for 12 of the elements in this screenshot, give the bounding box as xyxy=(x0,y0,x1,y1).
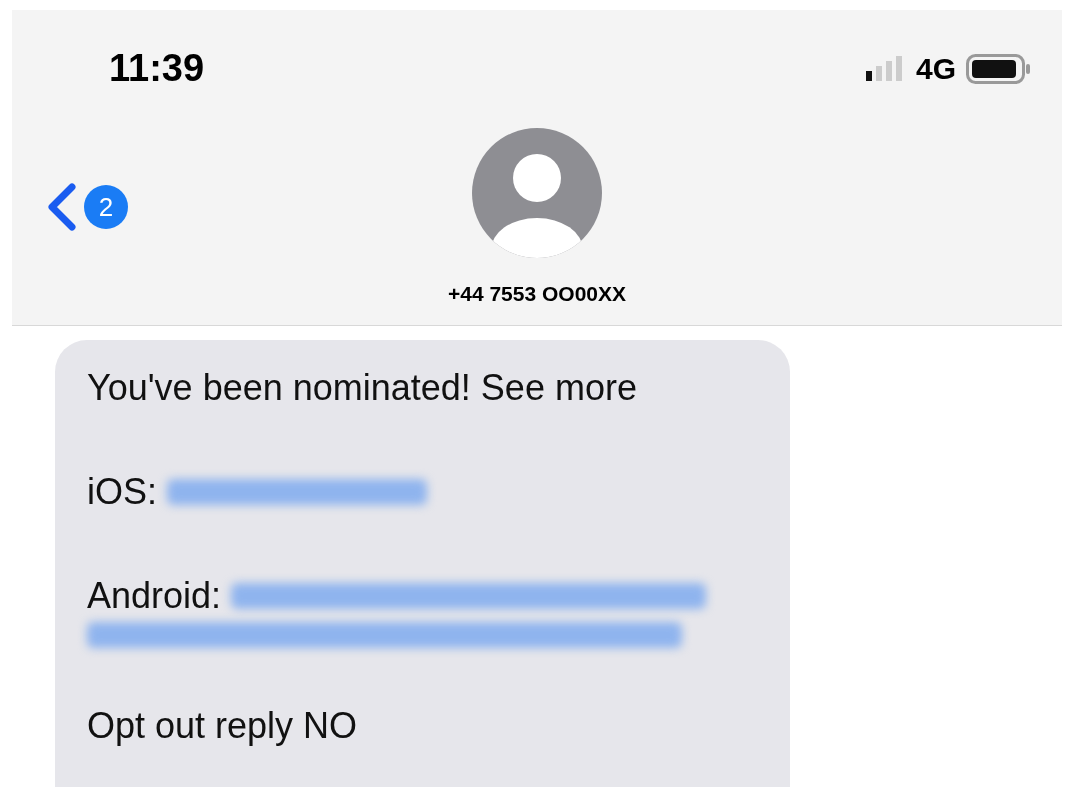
network-type: 4G xyxy=(915,51,956,87)
status-time: 11:39 xyxy=(109,46,205,91)
battery-icon xyxy=(966,53,1032,84)
message-text: You've been nominated! See more xyxy=(87,367,637,408)
contact-number[interactable]: +44 7553 OO00XX xyxy=(447,278,627,310)
blurred-link[interactable] xyxy=(167,479,427,505)
unread-badge[interactable]: 2 xyxy=(84,185,128,229)
link-label: iOS: xyxy=(87,470,157,514)
blurred-link[interactable] xyxy=(231,583,707,609)
link-label: Android: xyxy=(87,574,222,618)
blurred-link[interactable] xyxy=(87,622,682,648)
message-text: Opt out reply NO xyxy=(87,705,358,746)
